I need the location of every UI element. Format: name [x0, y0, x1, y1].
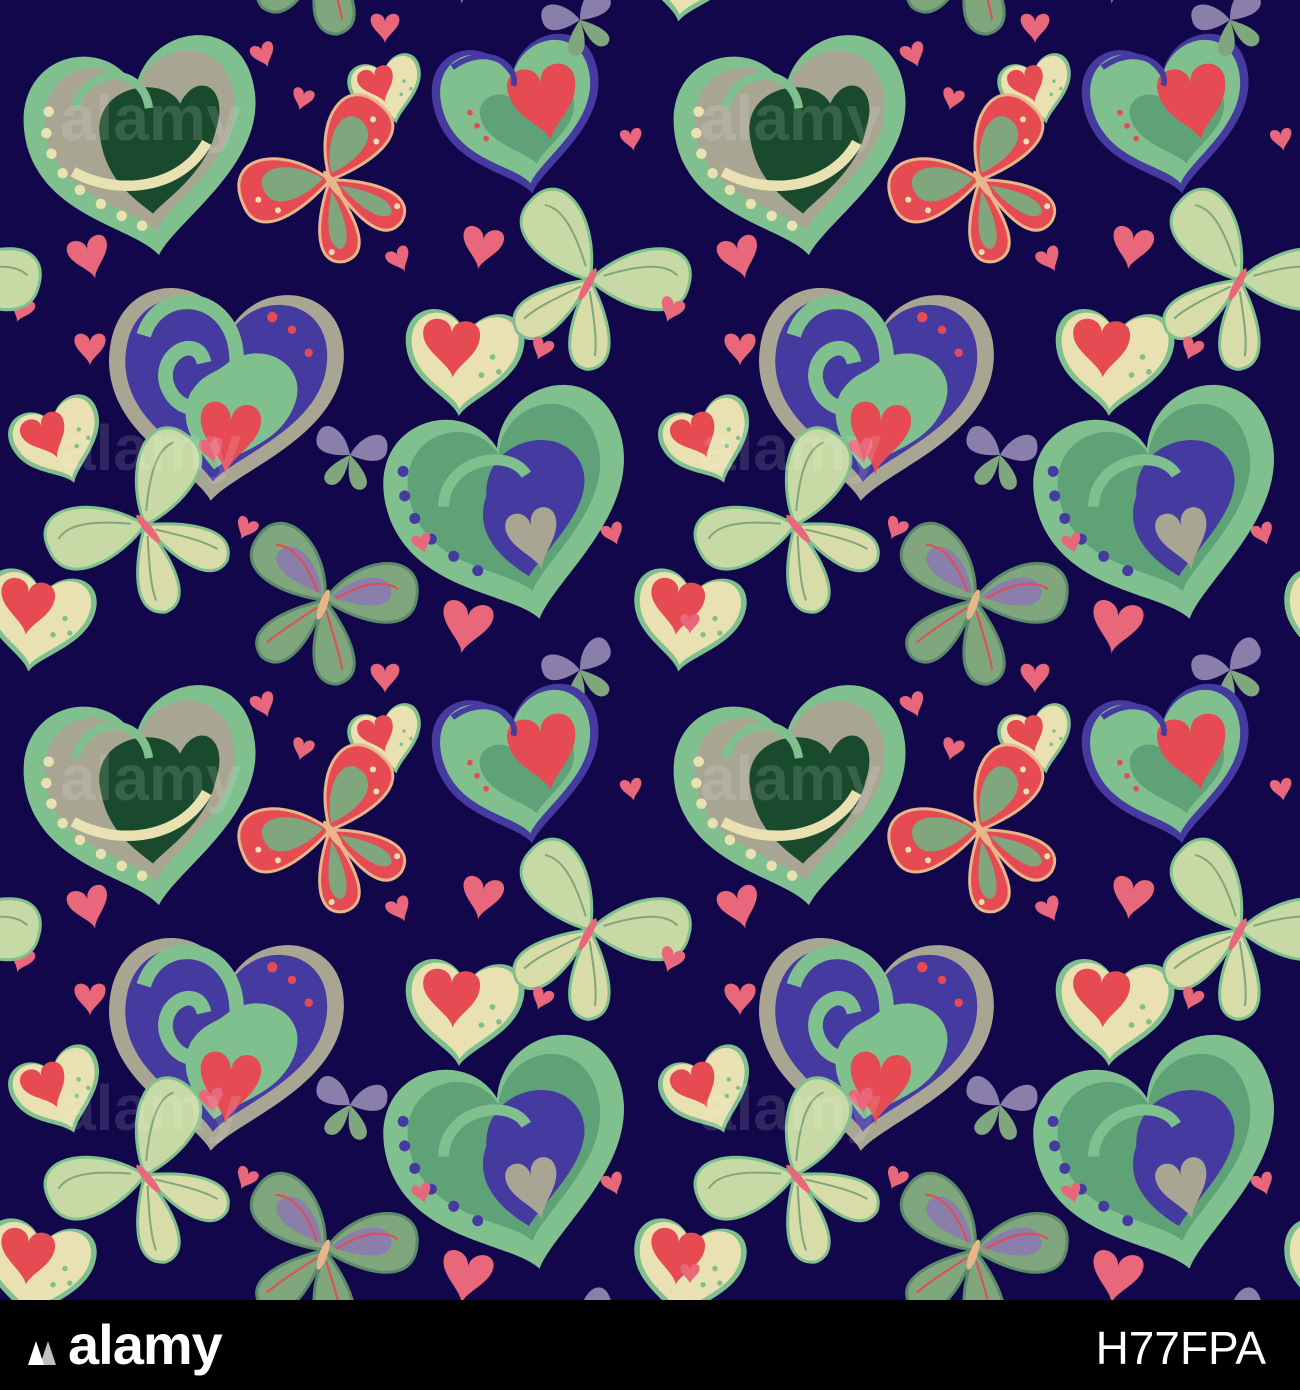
pattern-svg	[0, 0, 1300, 1300]
stock-image-id: H77FPA	[1095, 1322, 1266, 1374]
alamy-logo: alamy	[26, 1312, 223, 1378]
hearts-butterflies-pattern-photo	[0, 0, 1300, 1300]
stock-photo-canvas: alamyalamy alamyalamy alamyalamy alamyal…	[0, 0, 1300, 1390]
brand-name: alamy	[68, 1313, 223, 1376]
alamy-logo-mark-icon	[28, 1341, 56, 1365]
stock-footer-bar: alamy H77FPA	[0, 1300, 1300, 1390]
